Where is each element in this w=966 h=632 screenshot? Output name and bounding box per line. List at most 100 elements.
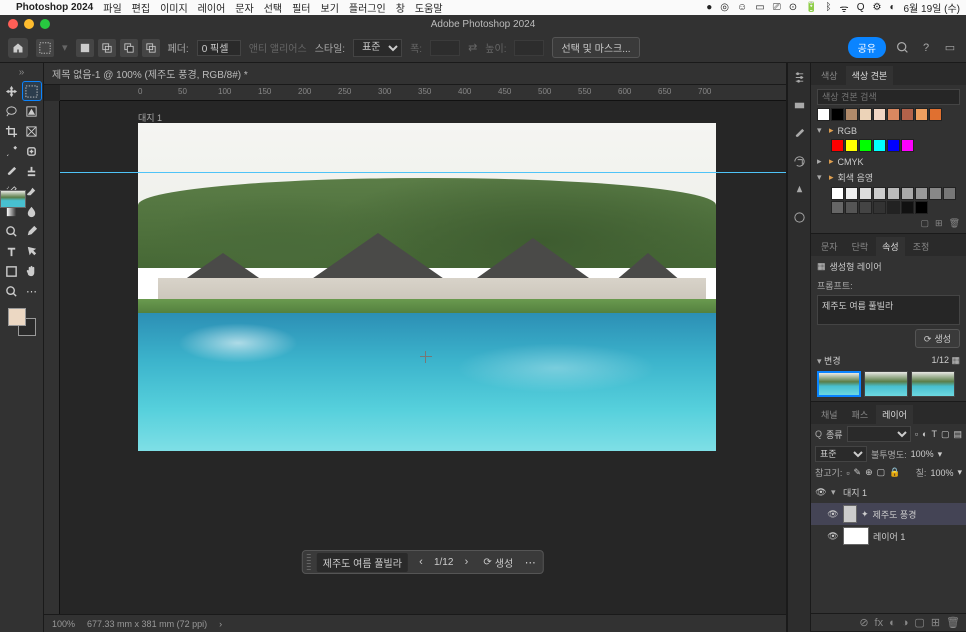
selection-intersect-icon[interactable]: [142, 39, 160, 57]
filter-type-icon[interactable]: T: [931, 429, 937, 439]
swatch-folder-icon[interactable]: ▢: [921, 218, 930, 229]
selection-tool-icon[interactable]: [23, 102, 41, 120]
dock-adjustments-icon[interactable]: [791, 69, 807, 85]
filter-image-icon[interactable]: ▫: [915, 429, 918, 439]
status-search-icon[interactable]: Q: [857, 2, 865, 13]
status-cc-icon[interactable]: ◎: [720, 2, 729, 13]
help-icon[interactable]: ?: [918, 40, 934, 56]
layer-name[interactable]: 레이어 1: [873, 530, 905, 543]
status-display-icon[interactable]: ▭: [755, 2, 764, 13]
delete-layer-icon[interactable]: 🗑: [946, 616, 960, 629]
swatch[interactable]: [873, 201, 886, 214]
zoom-tool-icon[interactable]: [3, 282, 21, 300]
healing-tool-icon[interactable]: [23, 142, 41, 160]
status-bluetooth-icon[interactable]: ᛒ: [826, 2, 832, 13]
variation-thumb[interactable]: [864, 371, 908, 397]
menu-image[interactable]: 이미지: [160, 0, 188, 15]
path-tool-icon[interactable]: [23, 242, 41, 260]
layer-thumbnail[interactable]: [0, 190, 26, 208]
gen-prompt-text[interactable]: 제주도 여름 풀빌라: [317, 553, 408, 572]
swatch[interactable]: [887, 187, 900, 200]
swatch[interactable]: [873, 108, 886, 121]
link-layers-icon[interactable]: ⊘: [859, 616, 868, 629]
marquee-tool-preset-icon[interactable]: [36, 39, 54, 57]
foreground-background-swatches[interactable]: [8, 308, 36, 336]
properties-generate-button[interactable]: ⟳생성: [915, 329, 960, 348]
crop-tool-icon[interactable]: [3, 122, 21, 140]
eyedropper-tool-icon[interactable]: [3, 142, 21, 160]
drag-handle-icon[interactable]: [307, 554, 311, 570]
stamp-tool-icon[interactable]: [23, 162, 41, 180]
tab-color[interactable]: 색상: [815, 66, 844, 85]
blend-mode-select[interactable]: 표준: [815, 446, 867, 462]
tab-character[interactable]: 문자: [815, 237, 844, 256]
ruler-vertical[interactable]: [44, 101, 60, 614]
layer-row[interactable]: 👁 ✦ 제주도 풍경: [811, 503, 966, 525]
status-user-icon[interactable]: ☺: [737, 2, 747, 13]
menu-layer[interactable]: 레이어: [198, 0, 226, 15]
dock-type-icon[interactable]: [791, 181, 807, 197]
lock-transparency-icon[interactable]: ▫: [846, 468, 849, 478]
swatch[interactable]: [859, 139, 872, 152]
filter-shape-icon[interactable]: ▢: [941, 429, 950, 440]
layer-fx-icon[interactable]: fx: [875, 617, 884, 629]
selection-add-icon[interactable]: [98, 39, 116, 57]
status-chevron-icon[interactable]: ›: [219, 619, 222, 629]
menu-plugins[interactable]: 플러그인: [349, 0, 386, 15]
swatch-folder-gray[interactable]: ▾▸회색 음영: [817, 171, 960, 184]
status-control-icon[interactable]: ⚙: [872, 2, 881, 13]
layer-thumbnail[interactable]: [843, 527, 869, 545]
swatch[interactable]: [817, 108, 830, 121]
layer-name[interactable]: 제주도 풍경: [873, 508, 917, 521]
swatch[interactable]: [901, 139, 914, 152]
menu-type[interactable]: 문자: [235, 0, 253, 15]
prompt-field[interactable]: 제주도 여름 풀빌라: [817, 295, 960, 325]
minimize-window-button[interactable]: [24, 19, 34, 29]
swatch[interactable]: [831, 139, 844, 152]
swatch[interactable]: [887, 201, 900, 214]
shape-tool-icon[interactable]: [3, 262, 21, 280]
filter-adjust-icon[interactable]: ◐: [922, 429, 927, 439]
swatch[interactable]: [915, 108, 928, 121]
dock-gradients-icon[interactable]: [791, 97, 807, 113]
status-battery-icon[interactable]: 🔋: [805, 2, 817, 13]
swatch[interactable]: [859, 187, 872, 200]
swatch[interactable]: [831, 187, 844, 200]
frame-tool-icon[interactable]: [23, 122, 41, 140]
home-button[interactable]: [8, 38, 28, 58]
swatch[interactable]: [831, 201, 844, 214]
lock-artboard-icon[interactable]: ▢: [877, 467, 886, 478]
tab-swatches[interactable]: 색상 견본: [846, 66, 894, 85]
variation-thumb[interactable]: [817, 371, 861, 397]
status-wifi-icon[interactable]: ᯤ: [840, 1, 849, 15]
swatch[interactable]: [915, 187, 928, 200]
search-icon[interactable]: [894, 40, 910, 56]
dock-brushes-icon[interactable]: [791, 125, 807, 141]
variations-grid-icon[interactable]: ▦: [951, 355, 960, 365]
select-and-mask-button[interactable]: 선택 및 마스크...: [552, 37, 639, 58]
prev-variation-icon[interactable]: ‹: [412, 553, 430, 571]
selection-subtract-icon[interactable]: [120, 39, 138, 57]
lock-image-icon[interactable]: ✎: [854, 467, 862, 478]
swatch[interactable]: [873, 187, 886, 200]
generate-button[interactable]: ⟳ 생성: [479, 555, 517, 570]
swatch[interactable]: [831, 108, 844, 121]
menu-edit[interactable]: 편집: [132, 0, 150, 15]
swatch-folder-cmyk[interactable]: ▸▸CMYK: [817, 156, 960, 167]
swatch[interactable]: [845, 187, 858, 200]
swatch[interactable]: [887, 108, 900, 121]
tab-paragraph[interactable]: 단락: [846, 237, 875, 256]
tab-channels[interactable]: 채널: [815, 405, 844, 424]
hand-tool-icon[interactable]: [23, 262, 41, 280]
marquee-tool-icon[interactable]: [23, 82, 41, 100]
visibility-toggle-icon[interactable]: 👁: [827, 530, 839, 542]
swatch[interactable]: [901, 201, 914, 214]
swatch[interactable]: [859, 108, 872, 121]
foreground-color-swatch[interactable]: [8, 308, 26, 326]
layer-mask-thumbnail[interactable]: [843, 505, 857, 523]
fill-value[interactable]: 100%: [930, 468, 953, 478]
type-tool-icon[interactable]: [3, 242, 21, 260]
edit-toolbar-icon[interactable]: ⋯: [23, 282, 41, 300]
next-variation-icon[interactable]: ›: [457, 553, 475, 571]
variation-thumb[interactable]: [911, 371, 955, 397]
